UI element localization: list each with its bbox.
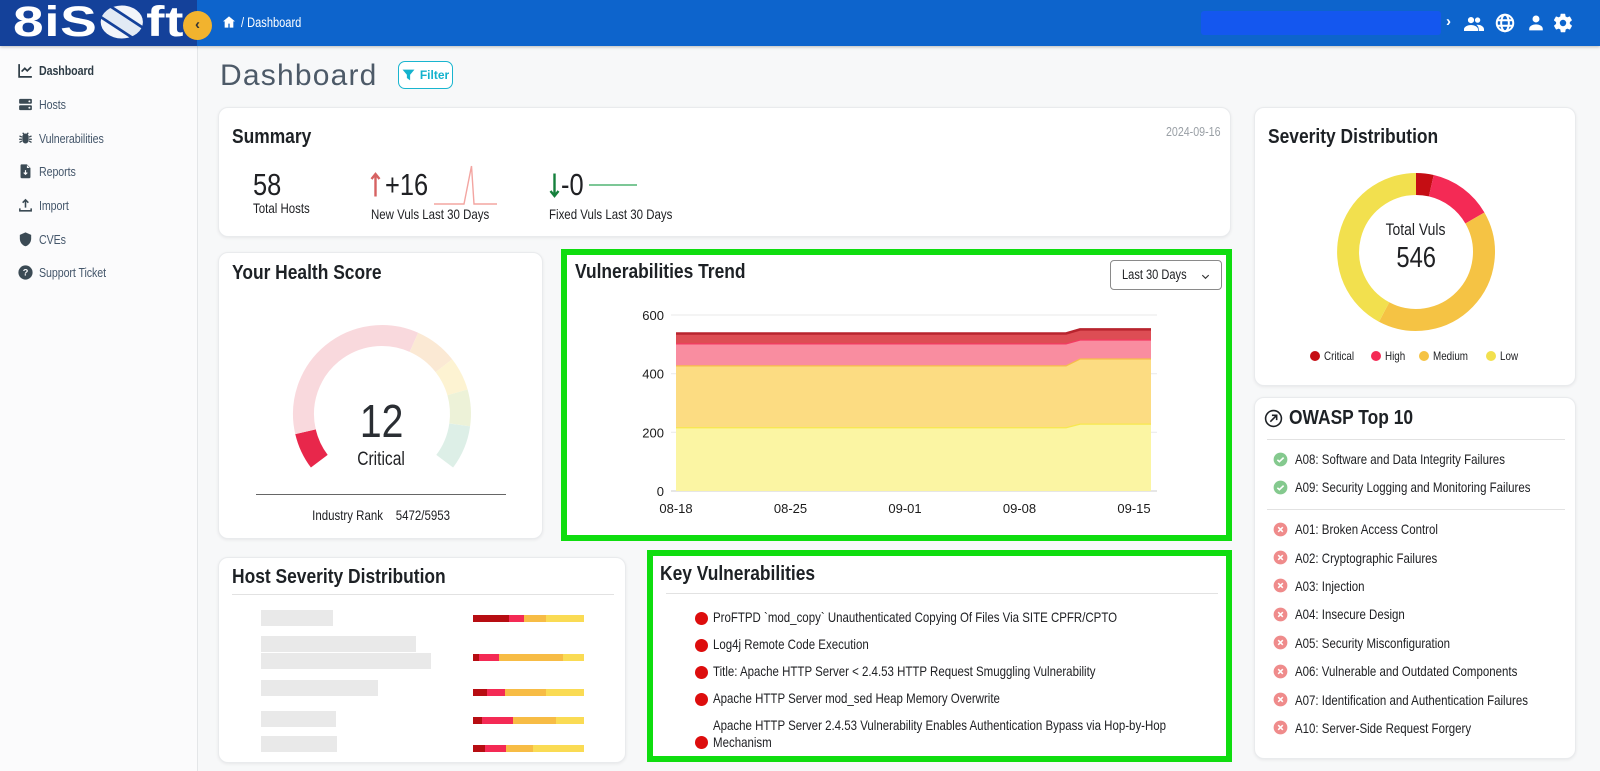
svg-text:400: 400 xyxy=(642,367,664,382)
svg-text:200: 200 xyxy=(642,425,664,440)
svg-text:?: ? xyxy=(23,268,29,278)
svg-text:08-25: 08-25 xyxy=(774,501,807,516)
svg-text:0: 0 xyxy=(657,484,664,499)
svg-text:600: 600 xyxy=(642,308,664,323)
svg-text:09-08: 09-08 xyxy=(1003,501,1036,516)
svg-text:09-01: 09-01 xyxy=(888,501,921,516)
svg-text:08-18: 08-18 xyxy=(659,501,692,516)
svg-text:09-15: 09-15 xyxy=(1117,501,1150,516)
